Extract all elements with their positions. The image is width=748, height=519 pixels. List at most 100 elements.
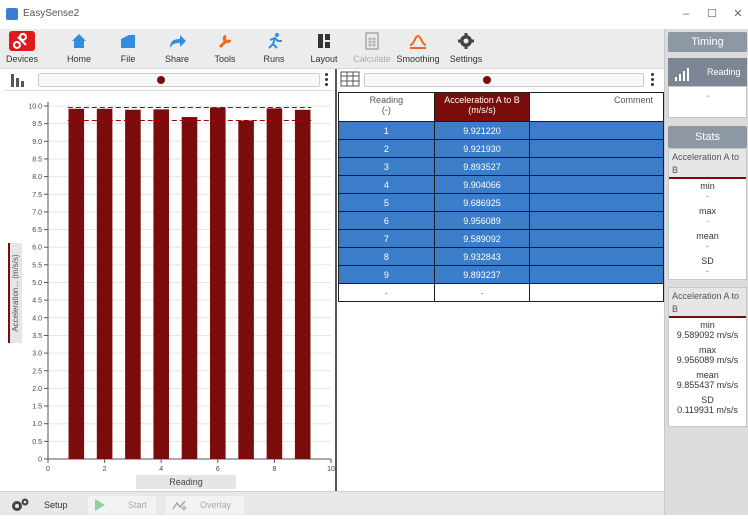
table-row[interactable]: 8 9.932843: [338, 247, 664, 266]
reading-cell[interactable]: 7: [338, 229, 435, 248]
stat-min-value: -: [706, 191, 709, 201]
table-empty-row[interactable]: --: [338, 283, 664, 302]
column-header-acceleration[interactable]: Acceleration A to B (m/s/s): [433, 92, 531, 122]
stat-mean-value: -: [706, 241, 709, 251]
tools-button[interactable]: Tools: [208, 31, 242, 67]
devices-button[interactable]: Devices: [5, 31, 39, 67]
y-tick-label: 1.0: [32, 421, 42, 428]
comment-cell[interactable]: [529, 193, 664, 212]
value-cell[interactable]: 9.921930: [433, 139, 531, 158]
runs-button[interactable]: Runs: [257, 31, 291, 67]
table-row[interactable]: 7 9.589092: [338, 229, 664, 248]
bar-chart-icon[interactable]: [10, 72, 26, 91]
minimize-button[interactable]: –: [676, 6, 696, 22]
reading-value-box: -: [668, 86, 747, 118]
chart-bar: [238, 120, 254, 459]
comment-cell[interactable]: [529, 175, 664, 194]
table-row[interactable]: 1 9.921220: [338, 121, 664, 140]
reading-cell[interactable]: -: [338, 283, 435, 302]
stat-max-value: 9.956089 m/s/s: [676, 355, 739, 365]
chart-bar: [68, 108, 85, 459]
reading-button[interactable]: Reading: [668, 58, 747, 86]
table-menu-icon[interactable]: [651, 73, 655, 87]
table-row[interactable]: 6 9.956089: [338, 211, 664, 230]
y-tick-label: 4.5: [32, 298, 42, 305]
layout-button[interactable]: Layout: [306, 31, 342, 67]
table-row[interactable]: 2 9.921930: [338, 139, 664, 158]
reading-cell[interactable]: 2: [338, 139, 435, 158]
reading-cell[interactable]: 9: [338, 265, 435, 284]
y-tick-label: 7.5: [32, 192, 42, 199]
chart-menu-icon[interactable]: [325, 73, 329, 87]
column-header-reading[interactable]: Reading (-): [338, 92, 435, 122]
value-cell[interactable]: 9.893237: [433, 265, 531, 284]
value-cell[interactable]: 9.686925: [433, 193, 531, 212]
stat-max-label: max: [698, 206, 716, 216]
value-cell[interactable]: 9.904066: [433, 175, 531, 194]
file-icon: [115, 31, 141, 51]
comment-cell[interactable]: [529, 265, 664, 284]
chart-bar: [210, 107, 226, 460]
smoothing-button[interactable]: Smoothing: [396, 31, 440, 67]
y-tick-label: 2.5: [32, 368, 42, 375]
stats-blank-panel: Acceleration A to B min - max - mean - S…: [668, 148, 747, 280]
value-cell[interactable]: 9.956089: [433, 211, 531, 230]
home-button[interactable]: Home: [62, 31, 96, 67]
value-cell[interactable]: -: [433, 283, 531, 302]
stats-header[interactable]: Stats: [668, 126, 747, 148]
table-scroll-track[interactable]: [364, 73, 644, 87]
timing-header[interactable]: Timing: [668, 32, 747, 52]
title-bar: EasySense2 – ☐ ✕: [0, 0, 748, 29]
value-cell[interactable]: 9.893527: [433, 157, 531, 176]
calculate-icon: [359, 31, 385, 51]
stat-sd-label: SD: [701, 395, 714, 405]
bottom-bar: Setup Start Overlay: [0, 491, 664, 515]
close-button[interactable]: ✕: [728, 6, 748, 22]
gears-icon: [10, 497, 30, 519]
reading-cell[interactable]: 8: [338, 247, 435, 266]
share-button[interactable]: Share: [160, 31, 194, 67]
maximize-button[interactable]: ☐: [702, 6, 722, 22]
comment-cell[interactable]: [529, 121, 664, 140]
table-row[interactable]: 5 9.686925: [338, 193, 664, 212]
layout-icon: [311, 31, 337, 51]
settings-button[interactable]: Settings: [448, 31, 484, 67]
y-tick-label: 9.0: [32, 139, 42, 146]
comment-cell[interactable]: [529, 139, 664, 158]
stat-min-label: min: [700, 181, 715, 191]
value-cell[interactable]: 9.932843: [433, 247, 531, 266]
chart-bar: [266, 108, 283, 460]
main-toolbar: Devices Home File Share Tools Runs Layou…: [0, 29, 664, 69]
table-icon[interactable]: [340, 71, 360, 90]
value-cell[interactable]: 9.589092: [433, 229, 531, 248]
comment-cell[interactable]: [529, 247, 664, 266]
reading-cell[interactable]: 6: [338, 211, 435, 230]
comment-cell[interactable]: [529, 283, 664, 302]
table-position-marker[interactable]: [483, 76, 491, 84]
column-header-comment[interactable]: Comment: [529, 92, 664, 122]
home-icon: [66, 31, 92, 51]
chart-scroll-track[interactable]: [38, 73, 320, 87]
chart-position-marker[interactable]: [157, 76, 165, 84]
file-button[interactable]: File: [111, 31, 145, 67]
value-cell[interactable]: 9.921220: [433, 121, 531, 140]
y-tick-label: 8.5: [32, 156, 42, 163]
table-row[interactable]: 4 9.904066: [338, 175, 664, 194]
reading-cell[interactable]: 5: [338, 193, 435, 212]
app-logo-icon: [6, 8, 18, 20]
reading-cell[interactable]: 4: [338, 175, 435, 194]
chart-header-bar: [4, 69, 334, 91]
y-tick-label: 3.5: [32, 333, 42, 340]
comment-cell[interactable]: [529, 211, 664, 230]
table-row[interactable]: 3 9.893527: [338, 157, 664, 176]
y-tick-label: 9.5: [32, 121, 42, 128]
reading-cell[interactable]: 1: [338, 121, 435, 140]
y-tick-label: 8.0: [32, 174, 42, 181]
pane-divider[interactable]: [335, 69, 337, 491]
comment-cell[interactable]: [529, 157, 664, 176]
setup-button[interactable]: Setup: [8, 496, 70, 514]
reading-cell[interactable]: 3: [338, 157, 435, 176]
table-header-bar: [338, 69, 664, 91]
comment-cell[interactable]: [529, 229, 664, 248]
table-row[interactable]: 9 9.893237: [338, 265, 664, 284]
